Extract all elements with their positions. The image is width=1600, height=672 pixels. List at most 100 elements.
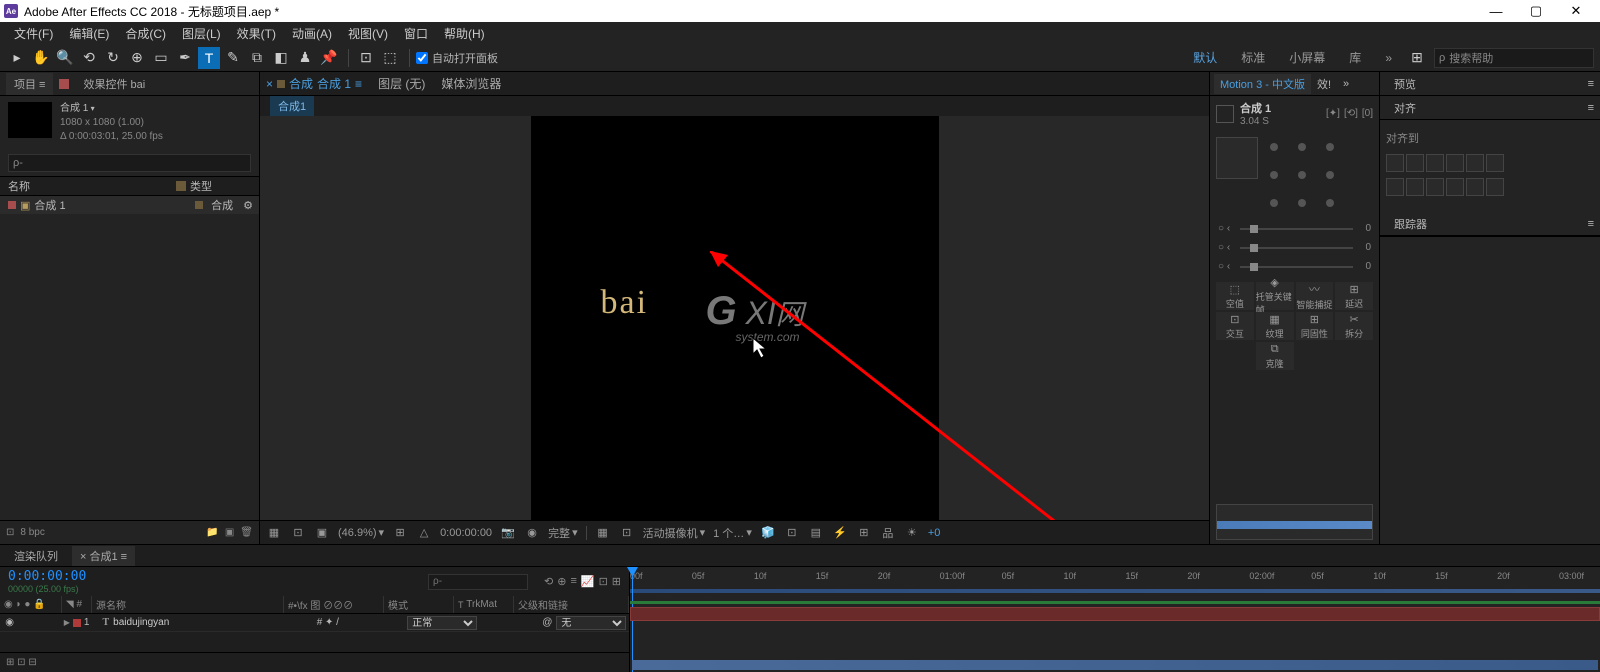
btn-coherent[interactable]: ⊞同固性	[1296, 312, 1334, 340]
puppet-tool[interactable]: 📌	[318, 47, 340, 69]
btn-keyframe[interactable]: ◈托管关键帧	[1256, 282, 1294, 310]
tab-effects-truncated[interactable]: 效!	[1311, 74, 1337, 94]
menu-file[interactable]: 文件(F)	[6, 25, 61, 42]
tab-layer[interactable]: 图层 (无)	[378, 75, 425, 92]
tab-align[interactable]: 对齐	[1386, 98, 1424, 118]
fast-preview-icon[interactable]: ⚡	[832, 526, 848, 539]
align-left-icon[interactable]	[1386, 154, 1404, 172]
current-timecode[interactable]: 0:00:00:00	[8, 569, 86, 584]
layer-duration-bar[interactable]	[630, 607, 1600, 621]
dist-left-icon[interactable]	[1386, 178, 1404, 196]
comp-thumbnail[interactable]	[8, 102, 52, 138]
guides-icon[interactable]: ⊡	[619, 526, 635, 539]
col-parent[interactable]: 父级和链接	[514, 596, 629, 613]
rotate-tool[interactable]: ↻	[102, 47, 124, 69]
workspace-default[interactable]: 默认	[1183, 49, 1227, 66]
anchor-preview[interactable]	[1216, 137, 1258, 179]
close-button[interactable]: ✕	[1556, 0, 1596, 22]
panel-menu-icon[interactable]: ≡	[1588, 78, 1594, 90]
motion-blur-icon[interactable]: ≡	[570, 575, 576, 588]
transparency-icon[interactable]: △	[416, 526, 432, 539]
panel-menu-icon-3[interactable]: ≡	[1588, 218, 1594, 230]
snapshot-icon[interactable]: 📷	[500, 526, 516, 539]
panel-menu-icon-2[interactable]: ≡	[1588, 102, 1594, 114]
btn-split[interactable]: ✂拆分	[1335, 312, 1373, 340]
toggle-switches-icon[interactable]: ⊞ ⊡ ⊟	[6, 657, 37, 668]
selection-tool[interactable]: ▸	[6, 47, 28, 69]
visibility-toggle[interactable]: ◉	[0, 617, 19, 628]
auto-open-panel-checkbox[interactable]: 自动打开面板	[416, 50, 498, 66]
slider-3[interactable]: ○ ‹0	[1210, 257, 1379, 276]
resolution-icon[interactable]: ⊞	[392, 526, 408, 539]
col-type[interactable]: 类型	[190, 178, 212, 194]
quality-dropdown[interactable]: 完整 ▾	[548, 525, 578, 541]
roto-tool[interactable]: ♟	[294, 47, 316, 69]
graph-editor-icon[interactable]: 📈	[581, 575, 595, 588]
pixel-aspect-icon[interactable]: ▤	[808, 526, 824, 539]
tab-tracker[interactable]: 跟踪器	[1386, 214, 1435, 234]
layer-row-1[interactable]: ◉ ▶1 Tbaidujingyan # ✦ / 正常 @无	[0, 614, 629, 632]
bpc-button[interactable]: 8 bpc	[20, 527, 44, 538]
text-layer-content[interactable]: bai	[601, 284, 649, 322]
draft3d-icon[interactable]: ⊡	[599, 575, 608, 588]
minimize-button[interactable]: —	[1476, 0, 1516, 22]
views-dropdown[interactable]: 1 个… ▾	[713, 525, 752, 541]
orbit-tool[interactable]: ⟲	[78, 47, 100, 69]
tab-motion3[interactable]: Motion 3 - 中文版	[1214, 74, 1311, 94]
dist-hcenter-icon[interactable]	[1406, 178, 1424, 196]
composition-viewer[interactable]: bai G XI网 system.com	[260, 116, 1209, 520]
grid-icon[interactable]: ▦	[595, 526, 611, 539]
flowchart-button-icon[interactable]: 品	[880, 525, 896, 541]
tab-timeline-comp[interactable]: × 合成1 ≡	[72, 546, 135, 566]
btn-texture[interactable]: ▦纹理	[1256, 312, 1294, 340]
dist-vcenter-icon[interactable]	[1466, 178, 1484, 196]
col-name[interactable]: 名称	[0, 178, 170, 194]
preview-timecode[interactable]: 0:00:00:00	[440, 527, 492, 539]
zoom-tool[interactable]: 🔍	[54, 47, 76, 69]
col-mode[interactable]: 模式	[384, 596, 454, 613]
blend-mode-dropdown[interactable]: 正常	[407, 616, 477, 630]
workspace-grid-icon[interactable]: ⊞	[1406, 47, 1428, 69]
new-comp-icon[interactable]: ▣	[225, 527, 234, 538]
btn-delay[interactable]: ⊞延迟	[1335, 282, 1373, 310]
flowchart-icon[interactable]: ⚙	[243, 199, 253, 212]
pen-tool[interactable]: ✒	[174, 47, 196, 69]
align-hcenter-icon[interactable]	[1406, 154, 1424, 172]
align-vcenter-icon[interactable]	[1466, 154, 1484, 172]
slider-1[interactable]: ○ ‹0	[1210, 219, 1379, 238]
menu-view[interactable]: 视图(V)	[340, 25, 396, 42]
interpret-icon[interactable]: ⊡	[6, 527, 14, 538]
workspace-small[interactable]: 小屏幕	[1279, 49, 1335, 66]
tab-effect-controls[interactable]: 效果控件 bai	[75, 73, 153, 95]
dist-top-icon[interactable]	[1446, 178, 1464, 196]
menu-window[interactable]: 窗口	[396, 25, 436, 42]
snapping-icon[interactable]: ⊡	[355, 47, 377, 69]
motion-timeline-nav[interactable]	[1216, 504, 1373, 540]
menu-help[interactable]: 帮助(H)	[436, 25, 493, 42]
fit-icon[interactable]: [✦]	[1326, 108, 1340, 119]
align-right-icon[interactable]	[1426, 154, 1444, 172]
timeline-icon[interactable]: ⊞	[856, 526, 872, 539]
anchor-tool[interactable]: ⊕	[126, 47, 148, 69]
menu-effect[interactable]: 效果(T)	[229, 25, 284, 42]
tab-render-queue[interactable]: 渲染队列	[6, 546, 66, 566]
local-axis-icon[interactable]: ⬚	[379, 47, 401, 69]
time-navigator[interactable]	[632, 660, 1598, 670]
layer-label-swatch[interactable]	[73, 619, 81, 627]
anchor-point-grid[interactable]	[1264, 137, 1340, 213]
timeline-search[interactable]	[428, 574, 528, 590]
col-source-name[interactable]: 源名称	[92, 596, 284, 613]
composition-canvas[interactable]: bai G XI网 system.com	[531, 116, 939, 520]
dist-right-icon[interactable]	[1426, 178, 1444, 196]
text-tool[interactable]: T	[198, 47, 220, 69]
search-help-input[interactable]: ρ 搜索帮助	[1434, 48, 1594, 68]
maximize-button[interactable]: ▢	[1516, 0, 1556, 22]
exposure-icon[interactable]: ☀	[904, 526, 920, 539]
work-area-bar[interactable]	[630, 589, 1600, 593]
new-folder-icon[interactable]: 📁	[206, 527, 218, 538]
workspace-library[interactable]: 库	[1339, 49, 1371, 66]
menu-animation[interactable]: 动画(A)	[284, 25, 340, 42]
label-column-icon[interactable]	[176, 181, 186, 191]
btn-null[interactable]: ⬚空值	[1216, 282, 1254, 310]
rect-tool[interactable]: ▭	[150, 47, 172, 69]
